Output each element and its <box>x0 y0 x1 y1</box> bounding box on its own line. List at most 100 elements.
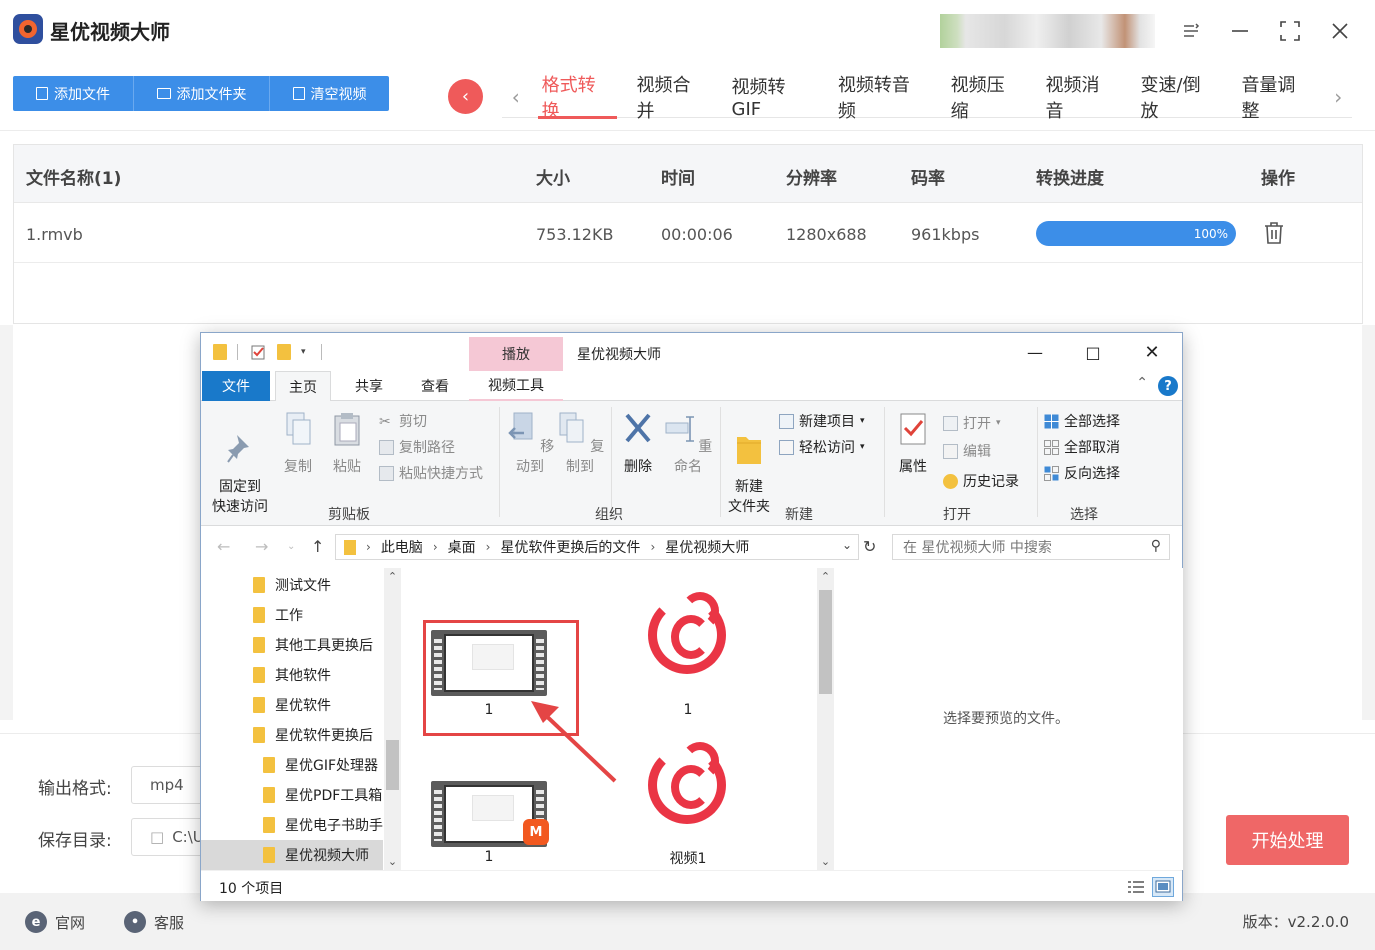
breadcrumb-xingyou-files[interactable]: 星优软件更换后的文件 <box>500 537 640 557</box>
new-group-label: 新建 <box>785 507 813 523</box>
tree-item[interactable]: 其他工具更换后 <box>201 630 383 660</box>
cut-button[interactable]: ✂ 剪切 <box>379 411 427 431</box>
add-file-button[interactable]: 添加文件 <box>13 76 134 111</box>
file-list-scrollbar[interactable]: ⌃ ⌄ <box>817 568 834 870</box>
copy-path-button[interactable]: 复制路径 <box>379 437 455 457</box>
tree-item[interactable]: 星优电子书助手 <box>201 810 383 840</box>
rename-button[interactable]: 重命名 <box>663 411 713 477</box>
user-avatar[interactable] <box>940 14 1155 48</box>
explorer-close-icon[interactable]: ✕ <box>1129 337 1175 367</box>
new-folder-icon[interactable] <box>277 344 291 360</box>
ribbon-tab-home[interactable]: 主页 <box>275 371 331 401</box>
paste-button[interactable]: 粘贴 <box>325 411 369 477</box>
edit-button[interactable]: 编辑 <box>943 441 991 461</box>
nav-up-icon[interactable]: ↑ <box>311 537 324 556</box>
delete-row-icon[interactable] <box>1263 221 1285 245</box>
nav-back-icon[interactable]: ← <box>217 537 230 556</box>
context-tab-play[interactable]: 播放 <box>469 337 563 371</box>
tree-item[interactable]: 星优软件更换后 <box>201 720 383 750</box>
collapse-ribbon-icon[interactable]: ⌃ <box>1136 375 1148 391</box>
tree-item[interactable]: 工作 <box>201 600 383 630</box>
new-folder-button[interactable]: 新建 文件夹 <box>723 411 775 517</box>
website-link[interactable]: e 官网 <box>25 911 85 933</box>
ribbon-tab-view[interactable]: 查看 <box>407 371 463 401</box>
help-icon[interactable]: ? <box>1158 376 1178 396</box>
tree-item-selected[interactable]: 星优视频大师 <box>201 840 383 870</box>
history-button[interactable]: 历史记录 <box>943 471 1019 491</box>
select-none-button[interactable]: 全部取消 <box>1044 437 1120 457</box>
delete-button[interactable]: 删除 <box>617 411 659 477</box>
scroll-down-icon[interactable]: ⌄ <box>817 855 834 868</box>
scrollbar-thumb[interactable] <box>386 740 399 790</box>
support-link[interactable]: • 客服 <box>124 911 184 933</box>
address-bar[interactable]: › 此电脑 › 桌面 › 星优软件更换后的文件 › 星优视频大师 ⌄ <box>335 534 859 560</box>
address-dropdown-icon[interactable]: ⌄ <box>842 538 852 552</box>
ribbon-separator <box>720 407 721 517</box>
recent-locations-icon[interactable]: ⌄ <box>287 541 295 552</box>
details-view-icon[interactable] <box>1125 877 1147 897</box>
breadcrumb-desktop[interactable]: 桌面 <box>448 537 476 557</box>
breadcrumb-current-folder[interactable]: 星优视频大师 <box>665 537 749 557</box>
search-box[interactable]: 在 星优视频大师 中搜索 ⚲ <box>892 534 1170 560</box>
clear-video-button[interactable]: 清空视频 <box>270 76 389 111</box>
breadcrumb-this-pc[interactable]: 此电脑 <box>381 537 423 557</box>
properties-check-icon[interactable] <box>251 344 265 360</box>
maximize-icon[interactable] <box>1273 14 1307 48</box>
move-to-button[interactable]: 移动到 <box>505 411 555 477</box>
tab-volume-adjust[interactable]: 音量调整 <box>1229 75 1324 122</box>
explorer-minimize-icon[interactable]: — <box>1012 337 1058 367</box>
pin-quick-access-button[interactable]: 固定到 快速访问 <box>207 411 273 517</box>
tab-scroll-right-icon[interactable]: › <box>1324 85 1352 109</box>
tree-item[interactable]: 星优GIF处理器 <box>201 750 383 780</box>
add-folder-button[interactable]: 添加文件夹 <box>134 76 270 111</box>
ribbon-tab-file[interactable]: 文件 <box>202 371 270 401</box>
ribbon-tab-share[interactable]: 共享 <box>341 371 397 401</box>
separator <box>321 344 322 360</box>
scroll-up-icon[interactable]: ⌃ <box>817 570 834 583</box>
output-format-select[interactable]: mp4 <box>131 766 211 804</box>
invert-selection-button[interactable]: 反向选择 <box>1044 463 1120 483</box>
nav-forward-icon[interactable]: → <box>255 537 268 556</box>
paste-shortcut-button[interactable]: 粘贴快捷方式 <box>379 463 483 483</box>
scroll-down-icon[interactable]: ⌄ <box>384 855 401 868</box>
cell-size: 753.12KB <box>536 225 614 244</box>
tab-video-compress[interactable]: 视频压缩 <box>939 75 1034 122</box>
separator <box>237 344 238 360</box>
new-item-button[interactable]: 新建项目 ▾ <box>779 411 865 431</box>
explorer-maximize-icon[interactable]: □ <box>1070 337 1116 367</box>
tab-speed-reverse[interactable]: 变速/倒放 <box>1129 75 1230 122</box>
quick-access-dropdown-icon[interactable]: ▾ <box>301 347 315 363</box>
open-button[interactable]: 打开 ▾ <box>943 413 1001 433</box>
tab-video-merge[interactable]: 视频合并 <box>625 75 720 122</box>
copy-button[interactable]: 复制 <box>277 411 319 477</box>
scrollbar-thumb[interactable] <box>819 590 832 694</box>
ribbon-separator <box>1037 407 1038 517</box>
large-icons-view-icon[interactable] <box>1152 877 1174 897</box>
tab-video-mute[interactable]: 视频消音 <box>1034 75 1129 122</box>
tab-format-convert[interactable]: 格式转换 <box>530 75 625 122</box>
scroll-up-icon[interactable]: ⌃ <box>384 570 401 583</box>
tree-item[interactable]: 星优PDF工具箱 <box>201 780 383 810</box>
tab-video-to-audio[interactable]: 视频转音频 <box>826 75 939 122</box>
close-icon[interactable] <box>1323 14 1357 48</box>
save-dir-input[interactable]: □ C:\U <box>131 818 211 856</box>
tree-item[interactable]: 测试文件 <box>201 570 383 600</box>
copy-to-button[interactable]: 复制到 <box>555 411 605 477</box>
paste-shortcut-icon <box>379 465 394 481</box>
tab-scroll-left-icon[interactable]: ‹ <box>502 85 530 109</box>
tree-item[interactable]: 星优软件 <box>201 690 383 720</box>
tree-item[interactable]: 其他软件 <box>201 660 383 690</box>
properties-button[interactable]: 属性 <box>890 411 936 477</box>
select-all-button[interactable]: 全部选择 <box>1044 411 1120 431</box>
ribbon-tab-video-tools[interactable]: 视频工具 <box>469 371 563 401</box>
tree-scrollbar[interactable]: ⌃ ⌄ <box>384 568 401 870</box>
back-button[interactable]: ‹ <box>448 79 483 114</box>
trash-icon <box>292 87 305 100</box>
refresh-icon[interactable]: ↻ <box>863 537 876 556</box>
tab-video-to-gif[interactable]: 视频转GIF <box>720 76 826 120</box>
chevron-right-icon: › <box>432 540 438 554</box>
minimize-icon[interactable] <box>1223 14 1257 48</box>
start-process-button[interactable]: 开始处理 <box>1226 815 1349 865</box>
menu-icon[interactable] <box>1174 14 1208 48</box>
easy-access-button[interactable]: 轻松访问 ▾ <box>779 437 865 457</box>
